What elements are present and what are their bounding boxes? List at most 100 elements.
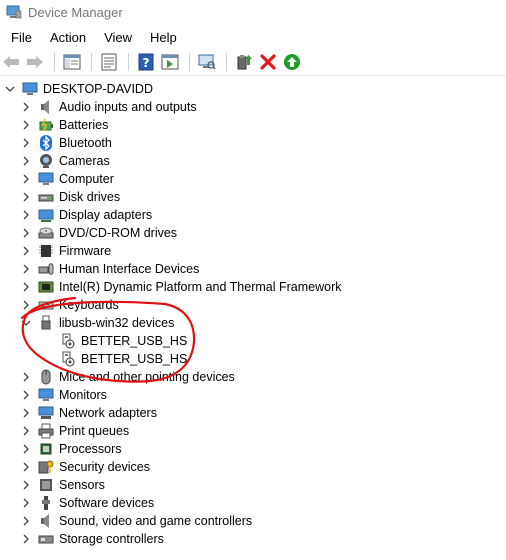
chevron-right-icon[interactable] <box>20 371 32 383</box>
chevron-right-icon[interactable] <box>20 173 32 185</box>
tree-category-label: Human Interface Devices <box>59 262 200 276</box>
tree-root[interactable]: DESKTOP-DAVIDD <box>0 80 506 98</box>
tree-category[interactable]: Network adapters <box>0 404 506 422</box>
chevron-right-icon[interactable] <box>20 443 32 455</box>
chevron-down-icon[interactable] <box>4 83 16 95</box>
forward-arrow-icon[interactable] <box>24 51 46 73</box>
chevron-right-icon[interactable] <box>20 209 32 221</box>
show-hide-console-tree-icon[interactable] <box>61 51 83 73</box>
help-icon[interactable]: ? <box>135 51 157 73</box>
toolbar-separator <box>226 53 227 71</box>
chevron-right-icon[interactable] <box>20 191 32 203</box>
toolbar: ? <box>0 49 506 76</box>
tree-category-label: Disk drives <box>59 190 121 204</box>
tree-category[interactable]: Display adapters <box>0 206 506 224</box>
tree-category-label: Firmware <box>59 244 112 258</box>
tree-device[interactable]: BETTER_USB_HS <box>0 332 506 350</box>
tree-category[interactable]: Keyboards <box>0 296 506 314</box>
firmware-icon <box>38 243 54 259</box>
tree-category-label: Software devices <box>59 496 155 510</box>
chevron-right-icon[interactable] <box>20 425 32 437</box>
chevron-right-icon[interactable] <box>20 515 32 527</box>
tree-category[interactable]: Audio inputs and outputs <box>0 98 506 116</box>
tree-category-label: Print queues <box>59 424 130 438</box>
chevron-right-icon[interactable] <box>20 137 32 149</box>
computer-icon <box>22 81 38 97</box>
tree-category[interactable]: DVD/CD-ROM drives <box>0 224 506 242</box>
tree-category-expanded[interactable]: libusb-win32 devices <box>0 314 506 332</box>
chevron-right-icon[interactable] <box>20 533 32 545</box>
properties-icon[interactable] <box>98 51 120 73</box>
hid-icon <box>38 261 54 277</box>
chevron-right-icon[interactable] <box>20 389 32 401</box>
tree-category[interactable]: Monitors <box>0 386 506 404</box>
tree-category-label: libusb-win32 devices <box>59 316 175 330</box>
tree-category[interactable]: Disk drives <box>0 188 506 206</box>
tree-category-label: Bluetooth <box>59 136 112 150</box>
thermal-framework-icon <box>38 279 54 295</box>
chevron-down-icon[interactable] <box>20 317 32 329</box>
toolbar-separator <box>189 53 190 71</box>
tree-device-label: BETTER_USB_HS <box>81 334 188 348</box>
tree-category[interactable]: Processors <box>0 440 506 458</box>
back-arrow-icon[interactable] <box>0 51 22 73</box>
menu-file[interactable]: File <box>4 28 39 47</box>
menu-help[interactable]: Help <box>143 28 184 47</box>
tree-root-label: DESKTOP-DAVIDD <box>43 82 153 96</box>
tree-category[interactable]: Security devices <box>0 458 506 476</box>
chevron-right-icon[interactable] <box>20 461 32 473</box>
tree-category[interactable]: Batteries <box>0 116 506 134</box>
sound-controller-icon <box>38 513 54 529</box>
chevron-right-icon[interactable] <box>20 155 32 167</box>
tree-category[interactable]: Sensors <box>0 476 506 494</box>
menu-view[interactable]: View <box>97 28 139 47</box>
tree-category-label: Network adapters <box>59 406 157 420</box>
processor-icon <box>38 441 54 457</box>
tree-category[interactable]: Storage controllers <box>0 530 506 548</box>
tree-category-label: Display adapters <box>59 208 153 222</box>
action-pane-icon[interactable] <box>159 51 181 73</box>
chevron-right-icon[interactable] <box>20 119 32 131</box>
tree-category-label: Monitors <box>59 388 107 402</box>
toolbar-separator <box>54 53 55 71</box>
chevron-right-icon[interactable] <box>20 299 32 311</box>
chevron-right-icon[interactable] <box>20 245 32 257</box>
display-adapter-icon <box>38 207 54 223</box>
tree-category[interactable]: Intel(R) Dynamic Platform and Thermal Fr… <box>0 278 506 296</box>
menu-bar: File Action View Help <box>0 26 506 48</box>
chevron-right-icon[interactable] <box>20 407 32 419</box>
tree-category-label: Keyboards <box>59 298 119 312</box>
tree-category[interactable]: Computer <box>0 170 506 188</box>
tree-category[interactable]: Sound, video and game controllers <box>0 512 506 530</box>
tree-category[interactable]: Firmware <box>0 242 506 260</box>
tree-device[interactable]: BETTER_USB_HS <box>0 350 506 368</box>
menu-action[interactable]: Action <box>43 28 93 47</box>
keyboard-icon <box>38 297 54 313</box>
tree-category-label: Security devices <box>59 460 151 474</box>
scan-hardware-changes-icon[interactable] <box>196 51 218 73</box>
tree-category[interactable]: Mice and other pointing devices <box>0 368 506 386</box>
uninstall-device-icon[interactable] <box>257 51 279 73</box>
chevron-right-icon[interactable] <box>20 281 32 293</box>
tree-category-label: Intel(R) Dynamic Platform and Thermal Fr… <box>59 280 342 294</box>
enable-device-icon[interactable] <box>281 51 303 73</box>
tree-category-label: Sound, video and game controllers <box>59 514 253 528</box>
tree-category[interactable]: Print queues <box>0 422 506 440</box>
software-device-icon <box>38 495 54 511</box>
dvd-drive-icon <box>38 225 54 241</box>
tree-category[interactable]: Cameras <box>0 152 506 170</box>
tree-category-label: Processors <box>59 442 122 456</box>
chevron-right-icon[interactable] <box>20 227 32 239</box>
tree-category[interactable]: Bluetooth <box>0 134 506 152</box>
chevron-right-icon[interactable] <box>20 263 32 275</box>
title-bar: Device Manager <box>0 0 506 24</box>
tree-category[interactable]: Human Interface Devices <box>0 260 506 278</box>
update-driver-icon[interactable] <box>233 51 255 73</box>
chevron-right-icon[interactable] <box>20 101 32 113</box>
chevron-right-icon[interactable] <box>20 479 32 491</box>
tree-category-label: Batteries <box>59 118 109 132</box>
usb-device-warning-icon <box>60 351 76 367</box>
chevron-right-icon[interactable] <box>20 497 32 509</box>
network-adapter-icon <box>38 405 54 421</box>
tree-category[interactable]: Software devices <box>0 494 506 512</box>
